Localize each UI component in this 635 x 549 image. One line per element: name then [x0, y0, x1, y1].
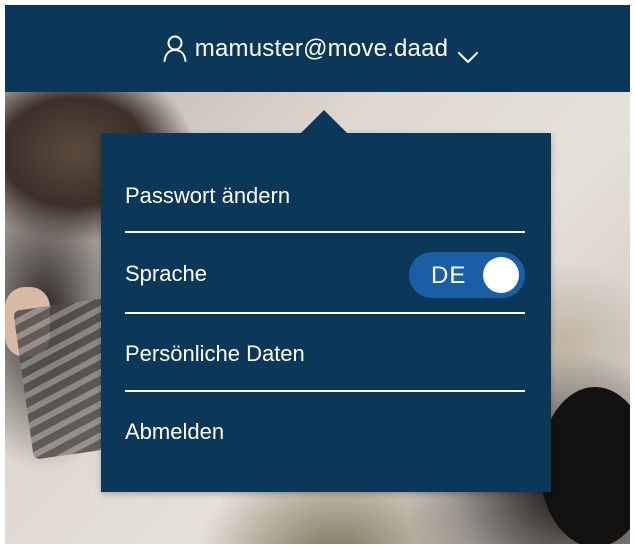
user-dropdown-menu: Passwort ändern Sprache DE Persönliche D… — [101, 133, 551, 492]
menu-divider — [125, 390, 525, 392]
menu-item-personal-data[interactable]: Persönliche Daten — [125, 341, 525, 367]
language-toggle[interactable]: DE — [409, 252, 525, 298]
language-toggle-value: DE — [431, 262, 467, 289]
user-email: mamuster@move.daad — [194, 34, 449, 62]
toggle-knob — [483, 257, 519, 293]
menu-item-change-password[interactable]: Passwort ändern — [125, 183, 525, 209]
user-menu-trigger[interactable]: mamuster@move.daad — [5, 5, 630, 92]
top-bar: mamuster@move.daad — [5, 5, 630, 92]
menu-divider — [125, 312, 525, 314]
dropdown-caret — [301, 110, 347, 133]
user-icon — [163, 35, 187, 62]
menu-item-logout[interactable]: Abmelden — [125, 419, 525, 445]
photo-person-hair — [540, 387, 630, 544]
screen: mamuster@move.daad Passwort ändern Sprac… — [5, 5, 630, 544]
chevron-down-icon — [458, 43, 479, 63]
menu-divider — [125, 231, 525, 233]
